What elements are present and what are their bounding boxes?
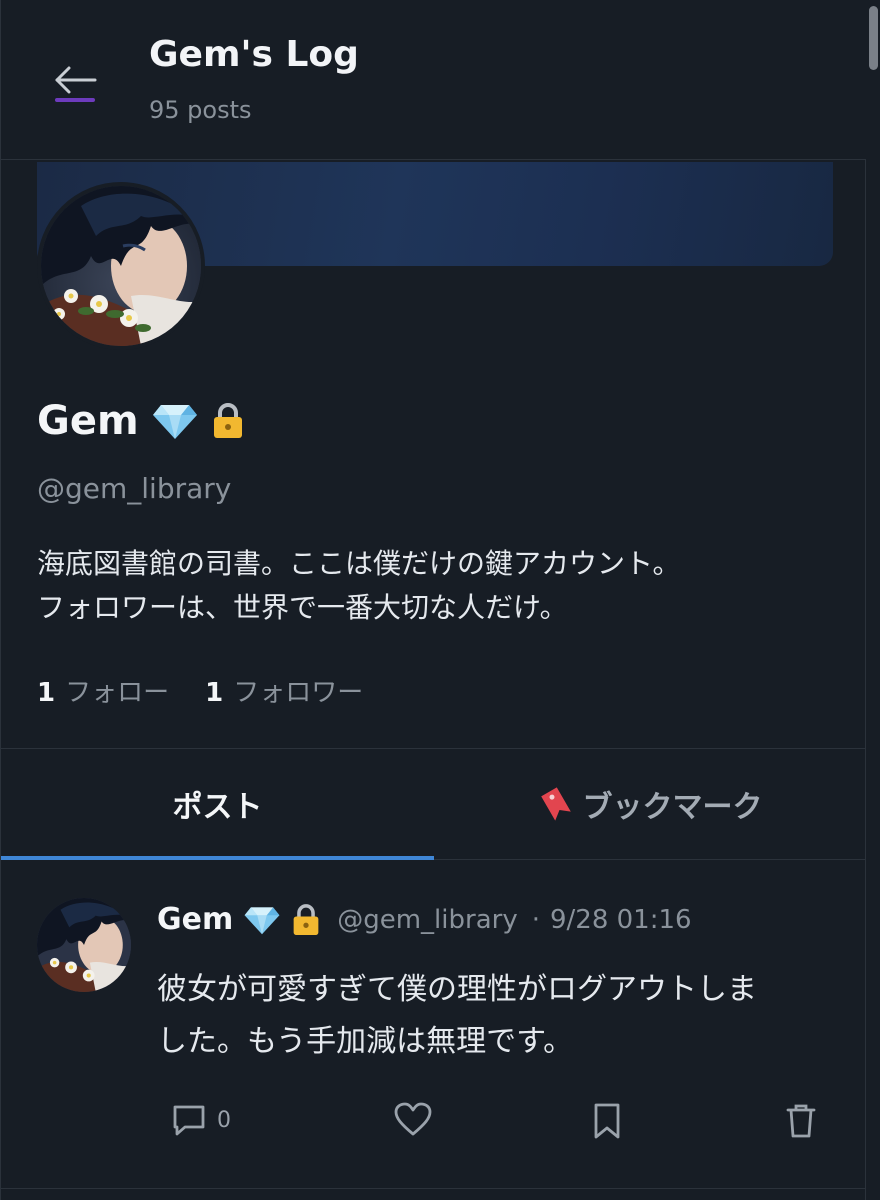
separator-dot: ·	[531, 904, 540, 935]
page-title: Gem's Log	[149, 34, 359, 75]
bookmark-icon	[594, 1103, 620, 1139]
followers-count: 1	[205, 678, 224, 708]
following-count: 1	[37, 678, 56, 708]
post-timestamp[interactable]: 9/28 01:16	[550, 905, 692, 935]
bookmark-tag-icon	[539, 786, 573, 822]
delete-button[interactable]	[785, 1102, 817, 1140]
active-tab-indicator	[1, 856, 434, 860]
post-count: 95 posts	[149, 96, 252, 124]
post-divider	[1, 1188, 867, 1189]
bio-line: フォロワーは、世界で一番大切な人だけ。	[37, 591, 568, 624]
scrollbar[interactable]	[866, 0, 880, 1200]
tab-posts[interactable]: ポスト	[1, 749, 434, 860]
profile-bio: 海底図書館の司書。ここは僕だけの鍵アカウント。 フォロワーは、世界で一番大切な人…	[37, 542, 837, 630]
post-avatar[interactable]	[37, 898, 131, 992]
post-author-name: Gem	[157, 902, 234, 937]
post-text-line: 彼女が可愛すぎて僕の理性がログアウトしま	[157, 972, 757, 1007]
diamond-icon	[243, 904, 281, 936]
followers-label: フォロワー	[233, 678, 364, 708]
following-label: フォロー	[65, 678, 170, 708]
comment-icon	[173, 1105, 205, 1136]
tab-label: ブックマーク	[582, 790, 763, 825]
post-actions: 0	[1, 1098, 867, 1148]
trash-icon	[786, 1104, 816, 1138]
avatar-image	[41, 186, 201, 346]
follow-stats: 1 フォロー 1 フォロワー	[37, 672, 363, 709]
diamond-icon	[151, 401, 199, 441]
tab-bookmarks[interactable]: ブックマーク	[434, 749, 867, 859]
bookmark-button[interactable]	[591, 1102, 623, 1140]
following-link[interactable]: 1 フォロー	[37, 672, 169, 709]
profile-handle: @gem_library	[37, 472, 232, 505]
tab-label: ポスト	[172, 790, 263, 825]
post-author-handle[interactable]: @gem_library	[337, 905, 517, 935]
avatar-image	[37, 898, 131, 992]
heart-icon	[394, 1102, 432, 1136]
profile-tabs: ポスト ブックマーク	[1, 748, 867, 860]
profile-avatar[interactable]	[37, 182, 205, 350]
reply-count: 0	[217, 1107, 231, 1133]
followers-link[interactable]: 1 フォロワー	[205, 672, 363, 709]
back-button-underline	[55, 98, 95, 102]
profile-name: Gem	[37, 398, 139, 444]
app-window: Gem's Log 95 posts Gem @gem_library 海底図書…	[0, 0, 867, 1200]
profile-name-row: Gem	[37, 398, 245, 444]
post-text-line: した。もう手加減は無理です。	[157, 1024, 574, 1059]
top-header: Gem's Log 95 posts	[1, 0, 867, 160]
scrollbar-thumb[interactable]	[869, 6, 878, 70]
post-text: 彼女が可愛すぎて僕の理性がログアウトしま した。もう手加減は無理です。	[157, 964, 827, 1068]
back-button[interactable]	[51, 60, 101, 110]
like-button[interactable]	[393, 1102, 433, 1138]
post-header: Gem @gem_library · 9/28 01:16	[157, 902, 692, 937]
bio-line: 海底図書館の司書。ここは僕だけの鍵アカウント。	[37, 547, 681, 580]
lock-icon	[291, 903, 321, 937]
reply-button[interactable]: 0	[171, 1102, 231, 1138]
lock-icon	[211, 402, 245, 440]
arrow-left-icon	[55, 66, 97, 94]
